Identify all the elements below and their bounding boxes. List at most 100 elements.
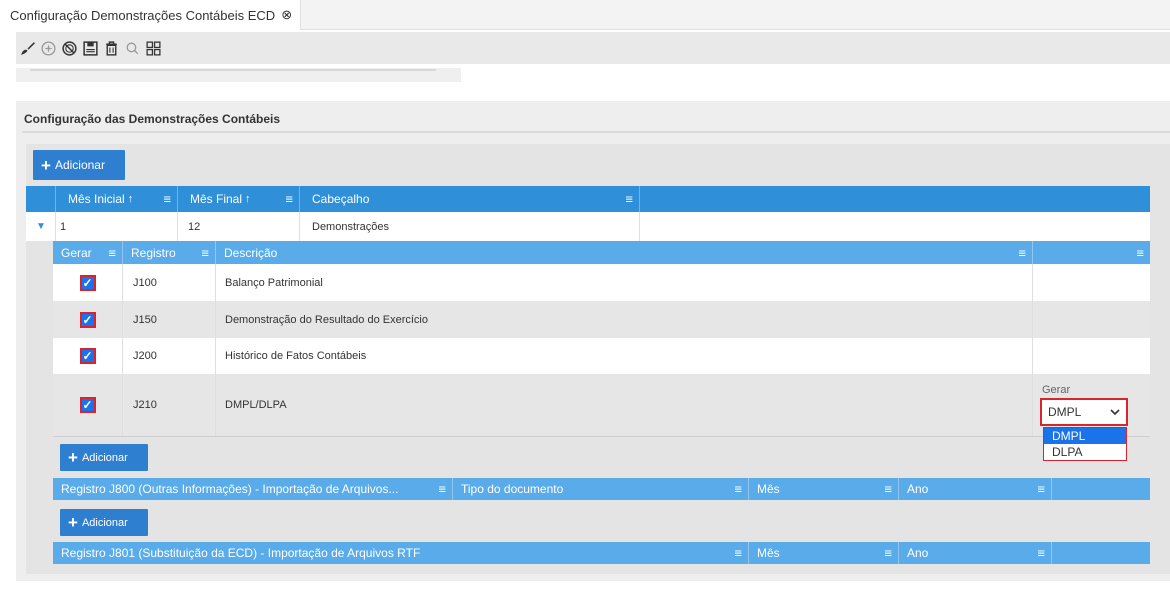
- tab-configuracao[interactable]: Configuração Demonstrações Contábeis ECD…: [0, 0, 302, 30]
- j800-grid-header: Registro J800 (Outras Informações) - Imp…: [53, 478, 1150, 500]
- column-ano[interactable]: Ano ≡: [899, 542, 1052, 564]
- column-label: Mês: [757, 482, 780, 496]
- expand-row-icon[interactable]: ▼: [26, 212, 56, 241]
- column-menu-icon[interactable]: ≡: [108, 245, 116, 260]
- column-label: Mês: [757, 546, 780, 560]
- column-ano[interactable]: Ano ≡: [899, 478, 1052, 500]
- gerar-checkbox[interactable]: ✓: [79, 274, 96, 291]
- grid-icon[interactable]: [144, 39, 163, 58]
- column-label: Ano: [907, 482, 929, 496]
- column-label: Tipo do documento: [461, 482, 564, 496]
- add-button-label: Adicionar: [81, 451, 128, 464]
- add-icon[interactable]: [39, 39, 58, 58]
- gerar-checkbox[interactable]: ✓: [79, 311, 96, 328]
- table-row[interactable]: ✓ J150 Demonstração do Resultado do Exer…: [53, 301, 1150, 338]
- cancel-icon[interactable]: [60, 39, 79, 58]
- cell-mes-inicial: 1: [56, 212, 178, 241]
- detail-grid-header: Gerar ≡ Registro ≡ Descrição ≡ ≡: [53, 241, 1150, 264]
- column-mes-final[interactable]: Mês Final ↑ ≡: [178, 186, 300, 212]
- dropdown-option-dlpa[interactable]: DLPA: [1044, 444, 1126, 460]
- filler-column: [640, 186, 1150, 212]
- table-row[interactable]: ✓ J200 Histórico de Fatos Contábeis: [53, 338, 1150, 374]
- column-menu-icon[interactable]: ≡: [163, 192, 171, 207]
- column-label: Mês Inicial: [68, 192, 125, 206]
- column-menu-icon[interactable]: ≡: [884, 546, 892, 561]
- table-row[interactable]: ▼ 1 12 Demonstrações: [26, 212, 1150, 241]
- column-menu-icon[interactable]: ≡: [884, 482, 892, 497]
- gerar-field-label: Gerar: [1042, 384, 1071, 396]
- column-menu-icon[interactable]: ≡: [285, 192, 293, 207]
- table-row[interactable]: ✓ J100 Balanço Patrimonial: [53, 264, 1150, 301]
- trash-icon[interactable]: [102, 39, 121, 58]
- cell-descricao: Demonstração do Resultado do Exercício: [216, 301, 1033, 338]
- cell-extra: [1033, 338, 1150, 374]
- gerar-checkbox[interactable]: ✓: [79, 348, 96, 364]
- column-menu-icon[interactable]: ≡: [1037, 546, 1045, 561]
- column-mes[interactable]: Mês ≡: [749, 478, 899, 500]
- column-label: Registro J800 (Outras Informações) - Imp…: [61, 482, 399, 496]
- sort-asc-icon[interactable]: ↑: [245, 193, 251, 205]
- dropdown-option-dmpl[interactable]: DMPL: [1044, 428, 1126, 444]
- plus-icon: +: [41, 155, 51, 175]
- chevron-down-icon: [1110, 408, 1120, 415]
- column-cabecalho[interactable]: Cabeçalho ≡: [300, 186, 640, 212]
- table-row-editing[interactable]: ✓ J210 DMPL/DLPA: [53, 374, 1150, 437]
- column-extra[interactable]: ≡: [1033, 241, 1150, 264]
- close-tab-icon[interactable]: ⊗: [281, 7, 292, 23]
- cell-descricao: DMPL/DLPA: [216, 374, 1033, 436]
- column-menu-icon[interactable]: ≡: [734, 482, 742, 497]
- cell-extra: [1033, 264, 1150, 301]
- column-menu-icon[interactable]: ≡: [625, 192, 633, 207]
- add-button[interactable]: + Adicionar: [33, 150, 125, 180]
- progress-fill: [30, 69, 436, 71]
- sort-asc-icon[interactable]: ↑: [128, 193, 134, 205]
- column-j800[interactable]: Registro J800 (Outras Informações) - Imp…: [53, 478, 453, 500]
- cell-registro: J150: [123, 301, 216, 338]
- cell-mes-final: 12: [178, 212, 300, 241]
- brush-icon[interactable]: [18, 39, 37, 58]
- column-registro[interactable]: Registro ≡: [123, 241, 216, 264]
- panel-divider: [22, 131, 1170, 133]
- column-j801[interactable]: Registro J801 (Substituição da ECD) - Im…: [53, 542, 749, 564]
- cell-registro: J100: [123, 264, 216, 301]
- filler-column: [1052, 478, 1150, 500]
- cell-registro: J200: [123, 338, 216, 374]
- tab-title: Configuração Demonstrações Contábeis ECD: [10, 7, 276, 23]
- gerar-checkbox[interactable]: ✓: [79, 397, 96, 413]
- column-menu-icon[interactable]: ≡: [201, 245, 209, 260]
- save-icon[interactable]: [81, 39, 100, 58]
- column-label: Mês Final: [190, 192, 243, 206]
- column-label: Ano: [907, 546, 929, 560]
- column-menu-icon[interactable]: ≡: [438, 482, 446, 497]
- column-label: Cabeçalho: [312, 192, 370, 206]
- column-gerar[interactable]: Gerar ≡: [53, 241, 123, 264]
- filler-cell: [640, 212, 1150, 241]
- column-menu-icon[interactable]: ≡: [1037, 482, 1045, 497]
- column-mes-inicial[interactable]: Mês Inicial ↑ ≡: [56, 186, 178, 212]
- main-grid-header: Mês Inicial ↑ ≡ Mês Final ↑ ≡ Cabeçalho …: [26, 186, 1150, 212]
- column-label: Registro J801 (Substituição da ECD) - Im…: [61, 546, 421, 560]
- cell-registro: J210: [123, 374, 216, 436]
- toolbar: [16, 32, 1170, 64]
- filler-column: [1052, 542, 1150, 564]
- gerar-select-value: DMPL: [1048, 405, 1082, 419]
- column-menu-icon[interactable]: ≡: [1136, 245, 1144, 260]
- gerar-dropdown: DMPL DLPA: [1043, 427, 1127, 461]
- panel-title: Configuração das Demonstrações Contábeis: [24, 112, 281, 126]
- column-mes[interactable]: Mês ≡: [749, 542, 899, 564]
- column-menu-icon[interactable]: ≡: [734, 546, 742, 561]
- cell-descricao: Histórico de Fatos Contábeis: [216, 338, 1033, 374]
- column-descricao[interactable]: Descrição ≡: [216, 241, 1033, 264]
- add-j800-button[interactable]: + Adicionar: [60, 509, 148, 536]
- cell-cabecalho: Demonstrações: [300, 212, 640, 241]
- gerar-select[interactable]: DMPL: [1040, 398, 1128, 426]
- plus-icon: +: [68, 448, 78, 467]
- add-button-label: Adicionar: [81, 516, 128, 529]
- add-detail-button[interactable]: + Adicionar: [60, 444, 148, 471]
- j801-grid-header: Registro J801 (Substituição da ECD) - Im…: [53, 542, 1150, 564]
- column-menu-icon[interactable]: ≡: [1018, 245, 1026, 260]
- search-icon[interactable]: [123, 39, 142, 58]
- column-tipo-documento[interactable]: Tipo do documento ≡: [453, 478, 749, 500]
- cell-descricao: Balanço Patrimonial: [216, 264, 1033, 301]
- cell-extra: [1033, 301, 1150, 338]
